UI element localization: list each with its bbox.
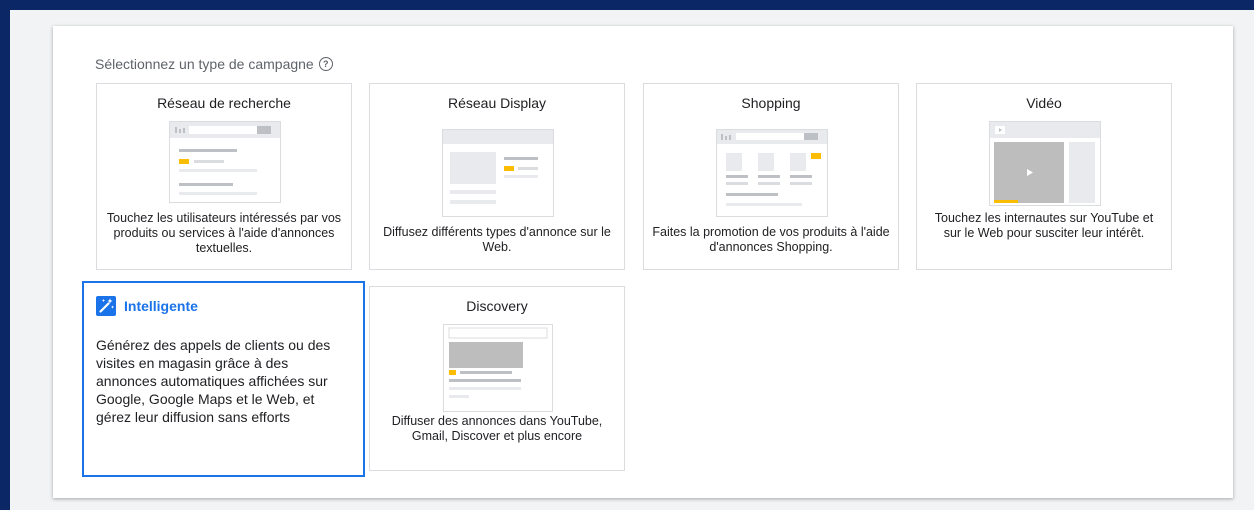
card-title: Intelligente xyxy=(124,298,198,314)
discovery-ad-illustration xyxy=(443,324,553,412)
display-ad-illustration xyxy=(442,129,554,217)
window-frame-top xyxy=(0,0,1254,10)
help-circle-icon[interactable]: ? xyxy=(318,57,333,71)
window-frame-left xyxy=(0,0,10,510)
video-ad-illustration xyxy=(989,121,1101,206)
magic-wand-icon xyxy=(96,296,116,316)
campaign-card-smart[interactable]: Intelligente Générez des appels de clien… xyxy=(82,281,365,477)
campaign-card-video[interactable]: Vidéo Touchez les internautes sur YouTub… xyxy=(916,83,1172,270)
campaign-card-shopping[interactable]: Shopping Faites la promotion de vos prod… xyxy=(643,83,899,270)
campaign-card-display[interactable]: Réseau Display Diffusez différents types… xyxy=(369,83,625,270)
card-title: Réseau de recherche xyxy=(157,95,291,111)
campaign-type-panel: Sélectionnez un type de campagne ? Résea… xyxy=(53,26,1233,498)
campaign-type-heading: Sélectionnez un type de campagne ? xyxy=(95,56,333,72)
campaign-card-search[interactable]: Réseau de recherche Touchez les utilisat… xyxy=(96,83,352,270)
card-description: Diffusez différents types d'annonce sur … xyxy=(383,225,611,254)
campaign-card-discovery[interactable]: Discovery Diffuser des annonces dans You… xyxy=(369,286,625,471)
card-title: Shopping xyxy=(741,95,801,111)
card-description: Faites la promotion de vos produits à l'… xyxy=(652,225,890,254)
card-description: Touchez les internautes sur YouTube et s… xyxy=(934,211,1154,240)
search-ad-illustration xyxy=(169,121,281,203)
card-title: Vidéo xyxy=(1026,95,1062,111)
heading-label: Sélectionnez un type de campagne xyxy=(95,56,314,72)
card-title: Réseau Display xyxy=(447,95,547,111)
card-description: Diffuser des annonces dans YouTube, Gmai… xyxy=(391,414,603,443)
smart-card-header: Intelligente xyxy=(96,296,198,316)
card-title: Discovery xyxy=(466,298,528,314)
card-description: Générez des appels de clients ou des vis… xyxy=(96,337,331,425)
card-description: Touchez les utilisateurs intéressés par … xyxy=(106,211,342,255)
shopping-ad-illustration xyxy=(716,129,828,217)
